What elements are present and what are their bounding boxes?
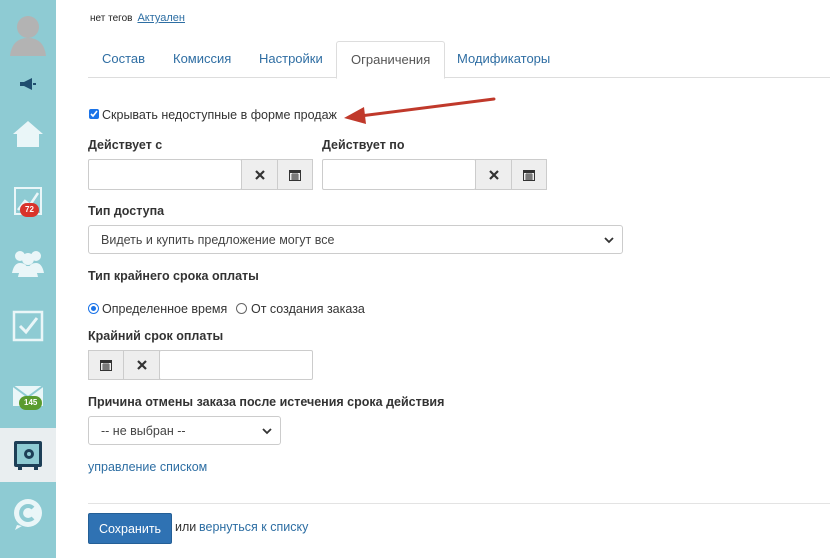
save-button[interactable]: Сохранить [88, 513, 172, 544]
tags-text: нет тегов [90, 13, 133, 24]
hide-unavailable-checkbox[interactable] [89, 109, 99, 119]
valid-from-calendar-button[interactable] [277, 159, 313, 190]
contacts-button[interactable] [0, 244, 56, 280]
tab-modifiers[interactable]: Модификаторы [443, 41, 564, 77]
deadline-fixed-radio[interactable] [88, 303, 99, 314]
chevron-down-icon [262, 427, 272, 434]
status-link[interactable]: Актуален [137, 12, 185, 24]
valid-to-clear-button[interactable] [475, 159, 512, 190]
home-icon [13, 121, 43, 147]
deadline-from-order-radio[interactable] [236, 303, 247, 314]
check-icon [90, 110, 98, 118]
calendar-icon [100, 360, 112, 371]
mail-button[interactable]: 145 [0, 376, 56, 416]
deadline-calendar-button[interactable] [88, 350, 124, 380]
home-button[interactable] [0, 114, 56, 154]
safe-icon [14, 441, 42, 470]
hide-unavailable-label: Скрывать недоступные в форме продаж [102, 108, 337, 122]
valid-from-clear-button[interactable] [241, 159, 278, 190]
support-button[interactable] [0, 492, 56, 536]
valid-from-input[interactable] [88, 159, 242, 190]
deadline-label: Крайний срок оплаты [88, 329, 224, 343]
tab-bar: Состав Комиссия Настройки Ограничения Мо… [88, 41, 830, 79]
valid-to-input[interactable] [322, 159, 476, 190]
main-content: нет тегов Актуален Состав Комиссия Настро… [56, 0, 830, 558]
valid-to-calendar-button[interactable] [511, 159, 547, 190]
chevron-down-icon [604, 236, 614, 243]
deadline-from-order-label: От создания заказа [251, 302, 365, 316]
analytics-button[interactable]: 72 [0, 176, 56, 226]
settings-button[interactable] [0, 428, 56, 482]
access-type-select[interactable]: Видеть и купить предложение могут все [88, 225, 623, 254]
user-avatar-icon [10, 16, 46, 56]
users-icon [12, 251, 44, 277]
sidebar: 72 145 [0, 0, 56, 558]
megaphone-icon [20, 78, 36, 90]
deadline-fixed-label: Определенное время [102, 302, 228, 316]
access-type-label: Тип доступа [88, 204, 165, 218]
deadline-type-label: Тип крайнего срока оплаты [88, 269, 259, 283]
annotation-arrow-icon [344, 97, 496, 124]
valid-from-label: Действует с [88, 138, 163, 152]
cancel-reason-value: -- не выбран -- [101, 423, 186, 438]
close-icon [254, 169, 265, 180]
avatar[interactable] [0, 8, 56, 60]
tasks-button[interactable] [0, 308, 56, 344]
access-type-value: Видеть и купить предложение могут все [101, 232, 335, 247]
footer-divider [88, 503, 830, 504]
deadline-clear-button[interactable] [123, 350, 160, 380]
analytics-badge: 72 [20, 203, 39, 217]
valid-to-label: Действует по [322, 138, 405, 152]
close-icon [136, 360, 147, 370]
chat-c-icon [14, 499, 42, 530]
or-text: или [175, 520, 197, 534]
calendar-icon [289, 169, 301, 181]
cancel-reason-select[interactable]: -- не выбран -- [88, 416, 281, 445]
tab-settings[interactable]: Настройки [245, 41, 337, 77]
tags-line: нет тегов Актуален [90, 12, 185, 24]
tab-commission[interactable]: Комиссия [159, 41, 245, 77]
cancel-reason-label: Причина отмены заказа после истечения ср… [88, 395, 445, 409]
calendar-icon [523, 169, 535, 181]
announcements-button[interactable] [0, 72, 56, 96]
tab-restrictions[interactable]: Ограничения [336, 41, 446, 79]
close-icon [488, 169, 499, 180]
tab-composition[interactable]: Состав [88, 41, 159, 77]
mail-badge: 145 [19, 396, 43, 410]
manage-list-link[interactable]: управление списком [88, 460, 207, 474]
back-to-list-link[interactable]: вернуться к списку [199, 520, 308, 534]
checkbox-icon [12, 310, 44, 342]
deadline-input[interactable] [159, 350, 313, 380]
